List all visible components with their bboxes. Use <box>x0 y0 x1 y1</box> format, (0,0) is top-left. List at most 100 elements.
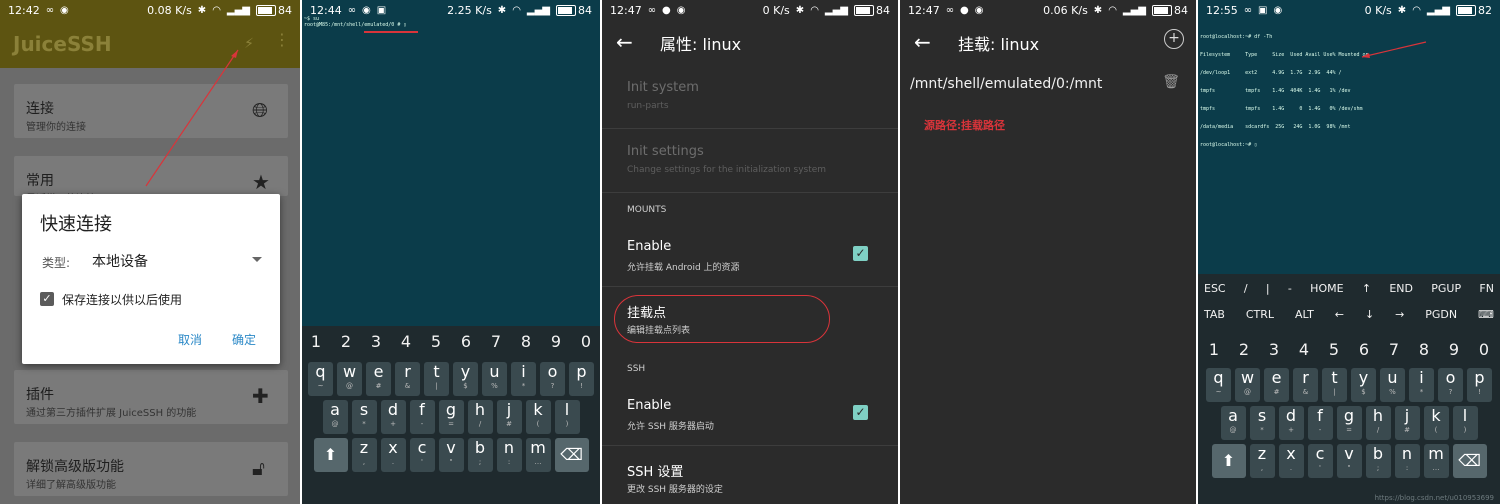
letter-key[interactable]: j # <box>496 400 522 434</box>
letter-key[interactable]: q ~ <box>308 362 333 396</box>
backspace-key-icon[interactable]: ⌫ <box>1452 444 1487 478</box>
letter-key[interactable]: p! <box>1467 368 1492 402</box>
letter-key[interactable]: d + <box>1278 406 1304 440</box>
letter-key[interactable]: c ' <box>1307 444 1333 478</box>
extra-key[interactable]: PGDN <box>1425 308 1457 321</box>
init-settings-item[interactable]: Init settings Change settings for the in… <box>602 128 898 193</box>
letter-key[interactable]: c ' <box>409 438 435 472</box>
letter-key[interactable]: e # <box>366 362 391 396</box>
extra-key[interactable]: PGUP <box>1431 282 1461 295</box>
extra-key[interactable]: | <box>1266 282 1270 295</box>
number-key[interactable]: 5 <box>423 332 449 351</box>
number-key[interactable]: 4 <box>393 332 419 351</box>
letter-key[interactable]: l) <box>1452 406 1478 440</box>
letter-key[interactable]: z, <box>1249 444 1275 478</box>
letter-key[interactable]: r & <box>395 362 420 396</box>
extra-key[interactable]: ⌨ <box>1478 308 1494 321</box>
number-key[interactable]: 2 <box>333 332 359 351</box>
letter-key[interactable]: s * <box>1249 406 1275 440</box>
extra-key[interactable]: ↓ <box>1365 308 1374 321</box>
extra-key[interactable]: HOME <box>1310 282 1343 295</box>
letter-key[interactable]: k( <box>525 400 551 434</box>
letter-key[interactable]: r & <box>1293 368 1318 402</box>
letter-key[interactable]: g = <box>438 400 464 434</box>
letter-key[interactable]: d + <box>380 400 406 434</box>
letter-key[interactable]: t | <box>424 362 449 396</box>
number-key[interactable]: 6 <box>453 332 479 351</box>
letter-key[interactable]: m… <box>525 438 551 472</box>
letter-key[interactable]: h / <box>467 400 493 434</box>
letter-key[interactable]: w @ <box>337 362 362 396</box>
ssh-enable-checkbox[interactable]: ✓ <box>853 405 868 420</box>
init-system-item[interactable]: Init system run-parts <box>602 64 898 129</box>
letter-key[interactable]: w @ <box>1235 368 1260 402</box>
number-key[interactable]: 1 <box>303 332 329 351</box>
letter-key[interactable]: x. <box>380 438 406 472</box>
number-key[interactable]: 9 <box>543 332 569 351</box>
number-key[interactable]: 6 <box>1351 340 1377 359</box>
letter-key[interactable]: b; <box>467 438 493 472</box>
number-key[interactable]: 2 <box>1231 340 1257 359</box>
letter-key[interactable]: s * <box>351 400 377 434</box>
number-key[interactable]: 3 <box>1261 340 1287 359</box>
back-arrow-icon[interactable]: ← <box>914 30 931 54</box>
number-key[interactable]: 0 <box>1471 340 1497 359</box>
number-key[interactable]: 9 <box>1441 340 1467 359</box>
mount-enable-checkbox[interactable]: ✓ <box>853 246 868 261</box>
letter-key[interactable]: k( <box>1423 406 1449 440</box>
extra-key[interactable]: - <box>1288 282 1292 295</box>
add-mount-icon[interactable]: + <box>1164 29 1184 49</box>
shift-key-icon[interactable]: ⬆ <box>1211 444 1246 478</box>
trash-icon[interactable]: 🗑︎ <box>1162 74 1180 90</box>
extra-key[interactable]: → <box>1395 308 1404 321</box>
terminal-output[interactable]: ~$ su root@M85:/mnt/shell/emulated/0 # ▯ <box>302 16 600 28</box>
extra-key[interactable]: / <box>1244 282 1248 295</box>
mount-enable-item[interactable]: Enable 允许挂载 Android 上的资源 ✓ <box>602 222 898 287</box>
number-key[interactable]: 8 <box>513 332 539 351</box>
letter-key[interactable]: a @ <box>322 400 348 434</box>
letter-key[interactable]: j # <box>1394 406 1420 440</box>
letter-key[interactable]: l) <box>554 400 580 434</box>
letter-key[interactable]: h / <box>1365 406 1391 440</box>
extra-key[interactable]: ESC <box>1204 282 1226 295</box>
letter-key[interactable]: o? <box>540 362 565 396</box>
extra-key[interactable]: ALT <box>1295 308 1314 321</box>
letter-key[interactable]: u% <box>482 362 507 396</box>
letter-key[interactable]: i * <box>1409 368 1434 402</box>
letter-key[interactable]: z, <box>351 438 377 472</box>
number-key[interactable]: 7 <box>483 332 509 351</box>
extra-key[interactable]: TAB <box>1204 308 1225 321</box>
backspace-key-icon[interactable]: ⌫ <box>554 438 589 472</box>
back-arrow-icon[interactable]: ← <box>616 30 633 54</box>
shift-key-icon[interactable]: ⬆ <box>313 438 348 472</box>
number-key[interactable]: 4 <box>1291 340 1317 359</box>
letter-key[interactable]: o? <box>1438 368 1463 402</box>
letter-key[interactable]: t | <box>1322 368 1347 402</box>
extra-key[interactable]: ↑ <box>1362 282 1371 295</box>
number-key[interactable]: 5 <box>1321 340 1347 359</box>
letter-key[interactable]: v " <box>438 438 464 472</box>
ssh-settings-item[interactable]: SSH 设置 更改 SSH 服务器的设定 <box>602 445 898 504</box>
number-key[interactable]: 7 <box>1381 340 1407 359</box>
letter-key[interactable]: y $ <box>1351 368 1376 402</box>
number-key[interactable]: 3 <box>363 332 389 351</box>
letter-key[interactable]: u% <box>1380 368 1405 402</box>
letter-key[interactable]: n: <box>496 438 522 472</box>
letter-key[interactable]: b; <box>1365 444 1391 478</box>
ssh-enable-item[interactable]: Enable 允许 SSH 服务器启动 ✓ <box>602 381 898 446</box>
number-key[interactable]: 8 <box>1411 340 1437 359</box>
letter-key[interactable]: y $ <box>453 362 478 396</box>
extra-key[interactable]: ← <box>1335 308 1344 321</box>
letter-key[interactable]: q ~ <box>1206 368 1231 402</box>
letter-key[interactable]: p! <box>569 362 594 396</box>
extra-key[interactable]: FN <box>1479 282 1494 295</box>
extra-key[interactable]: END <box>1389 282 1413 295</box>
letter-key[interactable]: g = <box>1336 406 1362 440</box>
letter-key[interactable]: v " <box>1336 444 1362 478</box>
letter-key[interactable]: i * <box>511 362 536 396</box>
letter-key[interactable]: e # <box>1264 368 1289 402</box>
letter-key[interactable]: n: <box>1394 444 1420 478</box>
letter-key[interactable]: f- <box>1307 406 1333 440</box>
number-key[interactable]: 0 <box>573 332 599 351</box>
letter-key[interactable]: x. <box>1278 444 1304 478</box>
